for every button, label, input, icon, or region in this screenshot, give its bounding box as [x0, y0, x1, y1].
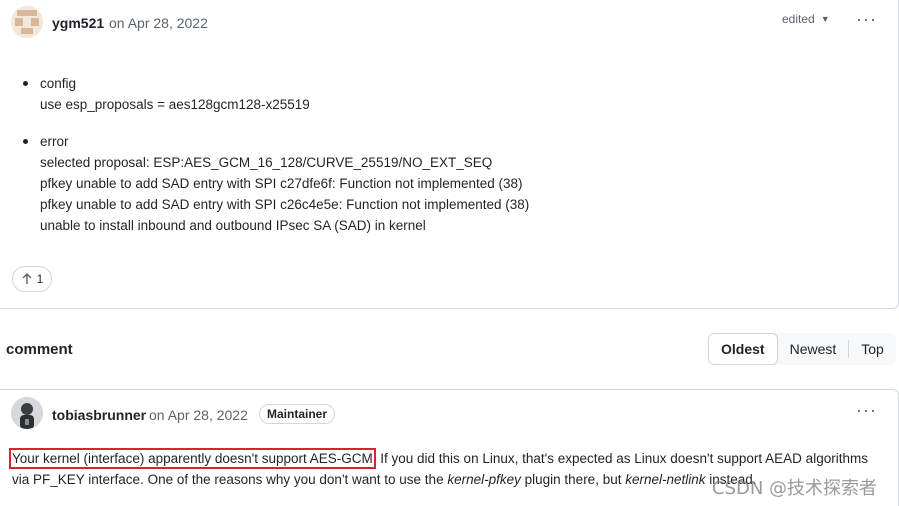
- item-line: selected proposal: ESP:AES_GCM_16_128/CU…: [40, 155, 493, 170]
- edited-dropdown[interactable]: edited ▼: [782, 12, 830, 26]
- section-title: comment: [6, 341, 73, 358]
- avatar[interactable]: [11, 397, 43, 429]
- item-line: use esp_proposals = aes128gcm128-x25519: [40, 97, 310, 112]
- plugin-name: kernel-pfkey: [447, 472, 521, 487]
- body-text: plugin there, but: [520, 472, 626, 487]
- edited-label: edited: [782, 12, 815, 26]
- maintainer-badge: Maintainer: [259, 404, 336, 424]
- kebab-menu-icon[interactable]: ···: [856, 401, 877, 419]
- highlighted-text: Your kernel (interface) apparently doesn…: [9, 448, 376, 469]
- avatar[interactable]: [11, 6, 43, 38]
- sort-oldest-button[interactable]: Oldest: [708, 333, 778, 365]
- kebab-menu-icon[interactable]: ···: [856, 10, 877, 28]
- item-line: unable to install inbound and outbound I…: [40, 218, 426, 233]
- caret-down-icon: ▼: [820, 14, 830, 24]
- item-line: pfkey unable to add SAD entry with SPI c…: [40, 197, 530, 212]
- sort-top-button[interactable]: Top: [849, 333, 896, 365]
- author-name[interactable]: ygm521: [52, 15, 104, 31]
- post-card: ygm521 on Apr 28, 2022 edited ▼ ··· confi…: [0, 0, 899, 309]
- error-list: error selected proposal: ESP:AES_GCM_16_…: [22, 131, 529, 236]
- sort-newest-button[interactable]: Newest: [778, 333, 849, 365]
- watermark: CSDN @技术探索者: [712, 478, 878, 499]
- list-item: error selected proposal: ESP:AES_GCM_16_…: [22, 131, 529, 236]
- item-title: error: [40, 134, 69, 149]
- config-list: config use esp_proposals = aes128gcm128-…: [22, 73, 310, 115]
- upvote-reaction-button[interactable]: 1: [12, 266, 52, 292]
- plugin-name: kernel-netlink: [625, 472, 706, 487]
- author-name[interactable]: tobiasbrunner: [52, 407, 146, 423]
- identicon-icon: [11, 6, 43, 38]
- item-title: config: [40, 76, 77, 91]
- reaction-count: 1: [36, 272, 44, 286]
- sort-segmented-control: Oldest Newest Top: [708, 333, 896, 365]
- list-item: config use esp_proposals = aes128gcm128-…: [22, 73, 310, 115]
- item-line: pfkey unable to add SAD entry with SPI c…: [40, 176, 523, 191]
- arrow-up-icon: [22, 273, 32, 284]
- post-date[interactable]: on Apr 28, 2022: [109, 15, 208, 31]
- reply-date[interactable]: on Apr 28, 2022: [149, 407, 248, 423]
- user-photo-icon: [11, 397, 43, 429]
